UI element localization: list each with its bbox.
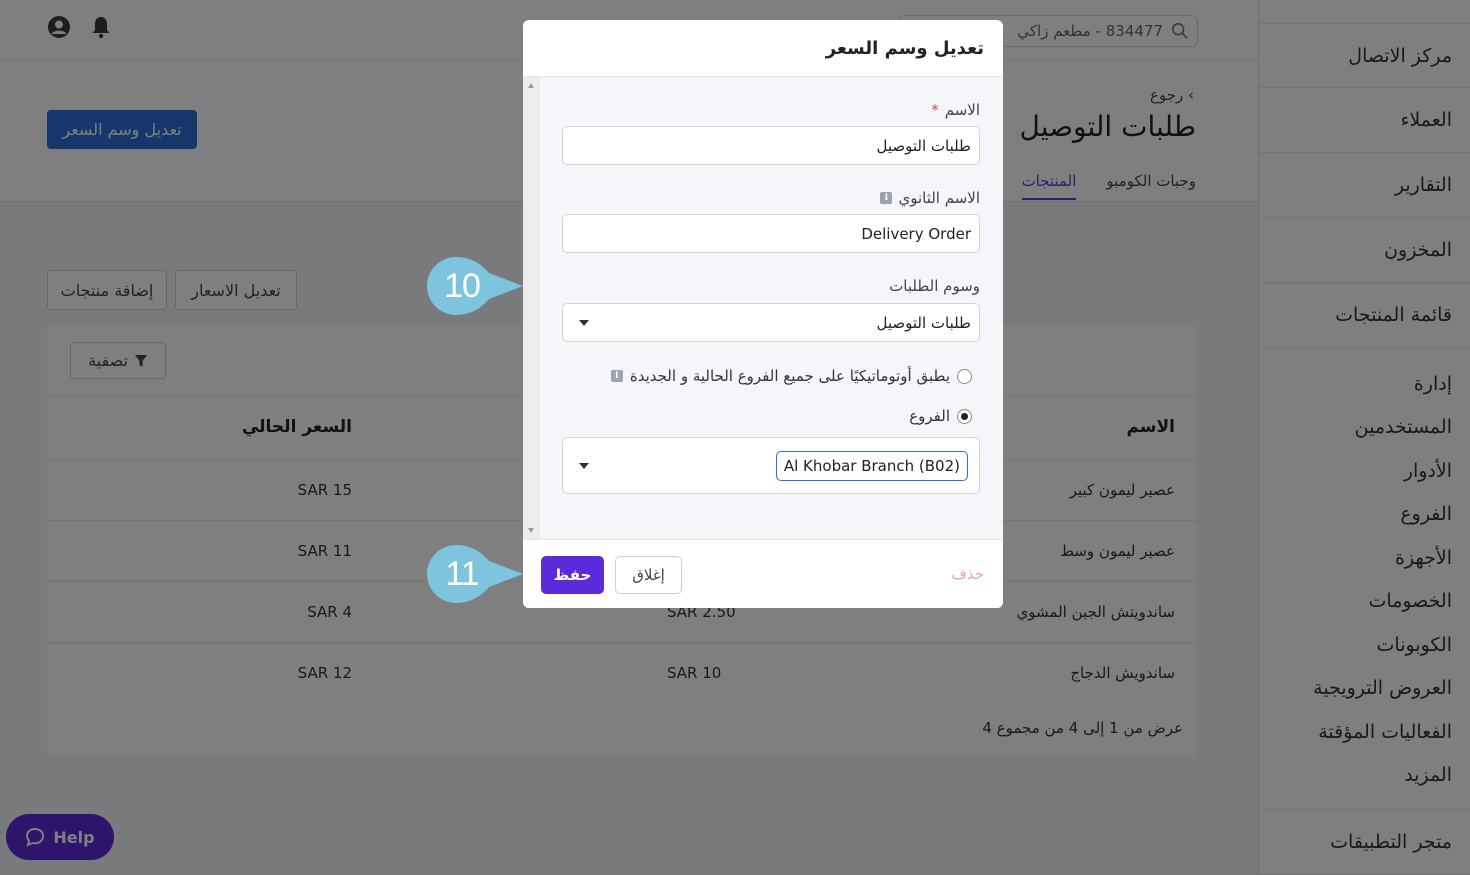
secondary-name-input-value: Delivery Order	[861, 224, 971, 243]
step-callout-10: 10	[427, 257, 523, 315]
name-label: الاسم *	[931, 101, 980, 119]
name-input-value: طلبات التوصيل	[876, 136, 971, 155]
caret-down-icon	[579, 462, 589, 469]
secondary-name-label: الاسم الثانوي i	[880, 189, 980, 207]
dialog-title: تعديل وسم السعر	[523, 20, 1003, 77]
delete-button[interactable]: حذف	[951, 565, 984, 583]
info-icon[interactable]: i	[880, 192, 893, 204]
name-label-text: الاسم	[944, 101, 980, 119]
save-button[interactable]: حفظ	[541, 556, 604, 594]
branches-radio[interactable]	[957, 408, 972, 424]
secondary-name-input[interactable]: Delivery Order	[562, 214, 980, 253]
step-callout-11: 11	[427, 545, 523, 603]
close-button[interactable]: إغلاق	[615, 556, 682, 594]
required-asterisk: *	[931, 101, 939, 119]
branch-chip[interactable]: Al Khobar Branch (B02)	[775, 451, 968, 481]
callout-number: 11	[445, 554, 479, 593]
auto-apply-radio-option[interactable]: يطبق أوتوماتيكيًا على جميع الفروع الحالي…	[610, 367, 972, 385]
dialog-body: الاسم * طلبات التوصيل الاسم الثانوي i De…	[523, 77, 1003, 539]
order-tags-label-text: وسوم الطلبات	[889, 277, 980, 295]
order-tags-select[interactable]: طلبات التوصيل	[562, 303, 980, 342]
callout-number: 10	[444, 266, 481, 305]
scroll-down-icon[interactable]	[528, 528, 534, 533]
caret-down-icon	[579, 319, 589, 326]
branches-label: الفروع	[909, 407, 950, 425]
dialog-footer: حفظ إغلاق حذف	[523, 539, 1003, 608]
scroll-up-icon[interactable]	[528, 83, 534, 88]
order-tags-label: وسوم الطلبات	[889, 277, 980, 295]
edit-price-tag-dialog: تعديل وسم السعر الاسم * طلبات التوصيل ال…	[523, 20, 1003, 608]
name-input[interactable]: طلبات التوصيل	[562, 126, 980, 165]
auto-apply-label: يطبق أوتوماتيكيًا على جميع الفروع الحالي…	[629, 367, 950, 385]
auto-apply-radio[interactable]	[957, 368, 972, 384]
secondary-name-label-text: الاسم الثانوي	[898, 189, 980, 207]
scrollbar[interactable]	[523, 77, 540, 539]
branches-radio-option[interactable]: الفروع	[909, 407, 972, 425]
info-icon[interactable]: i	[610, 370, 623, 382]
branches-multi-select[interactable]: Al Khobar Branch (B02)	[562, 437, 980, 494]
order-tags-select-value: طلبات التوصيل	[876, 313, 971, 332]
